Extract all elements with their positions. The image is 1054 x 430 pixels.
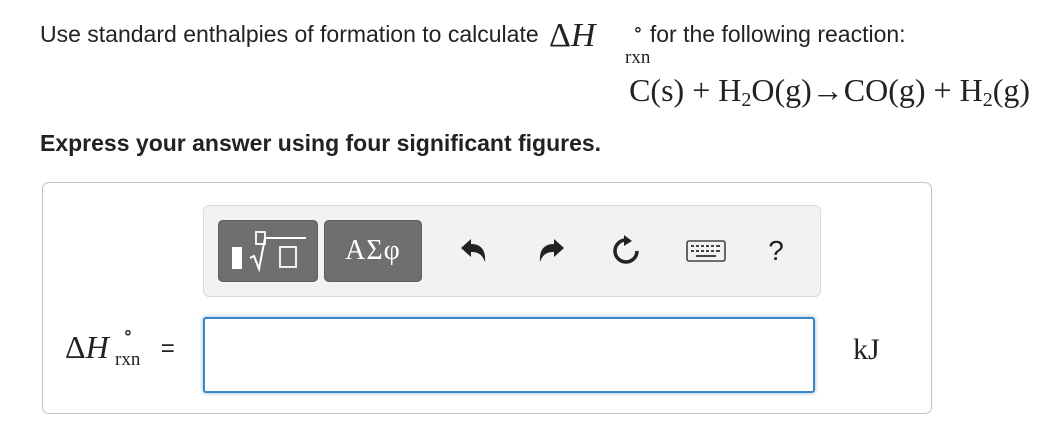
greek-letters-button[interactable]: ΑΣφ (324, 220, 422, 282)
hydrogen-h: H (959, 72, 983, 108)
plus-sign: + (933, 72, 952, 108)
instruction-text: Express your answer using four significa… (40, 130, 602, 156)
keyboard-icon (686, 240, 726, 262)
answer-box: ΑΣφ ? ΔH ∘ rxn = kJ (42, 182, 932, 414)
rxn-subscript: rxn (115, 349, 141, 370)
reaction-arrow: → (811, 72, 844, 108)
keyboard-button[interactable] (682, 230, 730, 272)
h-symbol: H (570, 17, 596, 54)
templates-icon (232, 231, 306, 273)
water-rest: O(g) (751, 72, 812, 108)
delta-symbol: Δ (549, 17, 571, 54)
undo-button[interactable] (454, 230, 494, 272)
delta-symbol: Δ (65, 329, 86, 365)
product-hydrogen: H2(g) (959, 72, 1030, 111)
undo-icon (461, 239, 486, 262)
product-co: CO(g) (843, 72, 926, 108)
hydrogen-subscript: 2 (982, 89, 993, 111)
help-icon: ? (768, 235, 784, 266)
unit-label: kJ (853, 333, 880, 366)
redo-button[interactable] (531, 230, 571, 272)
hydrogen-rest: (g) (992, 72, 1030, 108)
reactant-carbon: C(s) (629, 72, 685, 108)
math-toolbar: ΑΣφ ? (203, 205, 821, 297)
water-h: H (718, 72, 742, 108)
degree-superscript: ∘ (123, 322, 133, 344)
question-text: Use standard enthalpies of formation to … (40, 14, 906, 68)
equals-sign: = (160, 335, 175, 362)
plus-sign: + (692, 72, 711, 108)
question-suffix: for the following reaction: (649, 21, 906, 47)
water-subscript: 2 (741, 89, 752, 111)
reset-icon (613, 235, 639, 264)
templates-button[interactable] (218, 220, 318, 282)
h-symbol: H (85, 329, 109, 365)
help-button[interactable]: ? (756, 230, 796, 272)
delta-h-rxn-symbol: ΔH ∘ rxn (549, 16, 650, 68)
redo-icon (539, 239, 564, 262)
answer-label: ΔH ∘ rxn = (65, 322, 175, 370)
answer-input[interactable] (203, 317, 815, 393)
reset-button[interactable] (606, 230, 646, 272)
reactant-water: H2O(g) (718, 72, 812, 111)
reaction-equation: C(s) + H2O(g)→CO(g) + H2(g) (629, 72, 1030, 112)
question-prefix: Use standard enthalpies of formation to … (40, 21, 539, 47)
